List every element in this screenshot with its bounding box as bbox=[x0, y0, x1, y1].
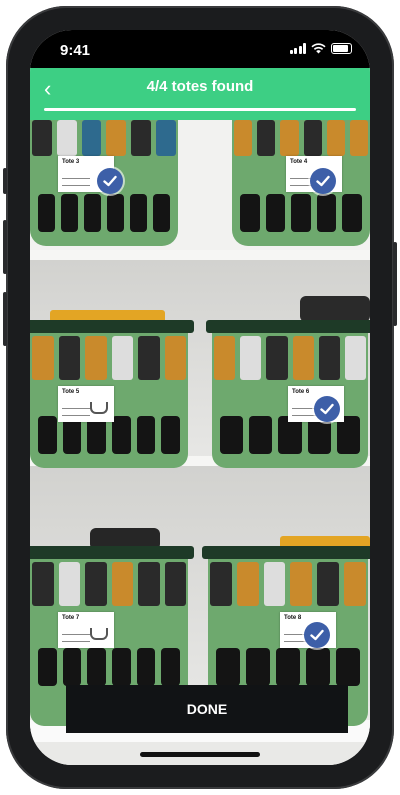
mute-switch bbox=[3, 168, 7, 194]
checkmark-badge-icon bbox=[314, 396, 340, 422]
wifi-icon bbox=[311, 43, 326, 54]
battery-icon bbox=[331, 43, 352, 54]
tote-label: Tote 5 bbox=[58, 386, 114, 422]
status-time: 9:41 bbox=[60, 42, 91, 59]
checkmark-badge-icon bbox=[304, 622, 330, 648]
page-title: 4/4 totes found bbox=[146, 78, 254, 95]
tote: Tote 5 bbox=[30, 320, 194, 468]
tote-label-text: Tote 4 bbox=[290, 159, 308, 165]
tote: Tote 4 bbox=[226, 120, 370, 246]
dark-bag bbox=[300, 296, 370, 322]
shelf bbox=[30, 250, 370, 260]
checkmark-badge-icon bbox=[310, 168, 336, 194]
tote-label-text: Tote 3 bbox=[62, 159, 80, 165]
tote: Tote 6 bbox=[206, 320, 370, 468]
notch bbox=[130, 30, 270, 58]
home-indicator bbox=[140, 752, 260, 757]
cellular-signal-icon bbox=[289, 43, 306, 54]
tote-label-text: Tote 7 bbox=[62, 615, 80, 621]
camera-scene: Tote 3 Tote 4 Tote 5 Tote 6 Tote 7 Tote … bbox=[30, 120, 370, 765]
progress-bar bbox=[44, 108, 356, 111]
tote-label-text: Tote 5 bbox=[62, 389, 80, 395]
tote-label-text: Tote 6 bbox=[292, 389, 310, 395]
app-header: ‹ 4/4 totes found bbox=[30, 68, 370, 120]
volume-up-button bbox=[3, 220, 7, 274]
phone-screen: 9:41 ‹ 4/4 totes found Tote 3 Tote 4 Tot… bbox=[30, 30, 370, 765]
tote-label: Tote 7 bbox=[58, 612, 114, 648]
tote-label-text: Tote 8 bbox=[284, 615, 302, 621]
done-button[interactable]: DONE bbox=[66, 685, 348, 733]
tote: Tote 3 bbox=[30, 120, 184, 246]
status-icons bbox=[289, 43, 352, 54]
power-button bbox=[393, 242, 397, 326]
volume-down-button bbox=[3, 292, 7, 346]
status-bar: 9:41 bbox=[30, 30, 370, 68]
checkmark-badge-icon bbox=[97, 168, 123, 194]
